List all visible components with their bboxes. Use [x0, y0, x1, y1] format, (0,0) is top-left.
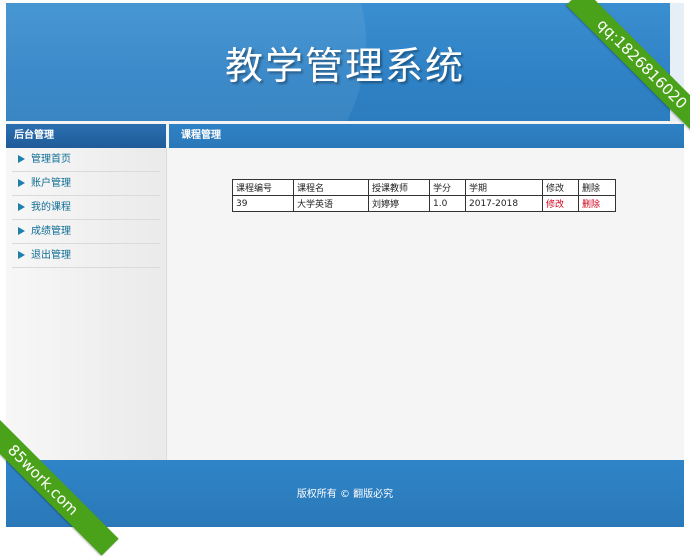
sidebar-nav: 管理首页 账户管理 我的课程 成绩管理 退出管理	[6, 148, 166, 268]
sidebar-item-my-courses[interactable]: 我的课程	[12, 196, 160, 220]
sidebar-item-label: 管理首页	[31, 154, 71, 165]
sidebar-item-logout[interactable]: 退出管理	[12, 244, 160, 268]
app-frame: 教学管理系统 后台管理 课程管理 管理首页 账户管理 我的课程 成绩管理 退出管…	[6, 3, 684, 527]
column-header: 课程名	[293, 179, 369, 196]
cell-course-id: 39	[232, 195, 294, 212]
page-footer: 版权所有 © 翻版必究	[6, 460, 684, 527]
page-title: 教学管理系统	[224, 44, 465, 88]
cell-term: 2017-2018	[465, 195, 543, 212]
column-header: 授课教师	[368, 179, 430, 196]
sidebar-item-label: 账户管理	[31, 178, 71, 189]
sidebar-title: 后台管理	[6, 124, 166, 148]
column-header: 修改	[542, 179, 579, 196]
table-header-row: 课程编号 课程名 授课教师 学分 学期 修改 删除	[232, 179, 616, 196]
delete-link[interactable]: 删除	[582, 200, 600, 210]
edit-link[interactable]: 修改	[546, 200, 564, 210]
table-row: 39 大学英语 刘婷婷 1.0 2017-2018 修改 删除	[232, 195, 616, 212]
cell-edit: 修改	[542, 195, 579, 212]
sidebar-item-home[interactable]: 管理首页	[12, 148, 160, 172]
sidebar-item-label: 我的课程	[31, 202, 71, 213]
arrow-right-icon	[18, 227, 25, 235]
sidebar-item-label: 退出管理	[31, 250, 71, 261]
sidebar-item-grades[interactable]: 成绩管理	[12, 220, 160, 244]
arrow-right-icon	[18, 203, 25, 211]
section-title: 课程管理	[169, 124, 684, 148]
column-header: 学分	[429, 179, 466, 196]
column-header: 学期	[465, 179, 543, 196]
cell-teacher: 刘婷婷	[368, 195, 430, 212]
sidebar-item-accounts[interactable]: 账户管理	[12, 172, 160, 196]
cell-course-name: 大学英语	[293, 195, 369, 212]
copyright-text: 版权所有 © 翻版必究	[296, 489, 394, 500]
sidebar: 管理首页 账户管理 我的课程 成绩管理 退出管理	[6, 148, 167, 463]
column-header: 删除	[578, 179, 616, 196]
arrow-right-icon	[18, 251, 25, 259]
arrow-right-icon	[18, 179, 25, 187]
sidebar-item-label: 成绩管理	[31, 226, 71, 237]
arrow-right-icon	[18, 155, 25, 163]
cell-credit: 1.0	[429, 195, 466, 212]
column-header: 课程编号	[232, 179, 294, 196]
cell-delete: 删除	[578, 195, 616, 212]
course-table: 课程编号 课程名 授课教师 学分 学期 修改 删除 39 大学英语 刘婷婷 1.…	[232, 179, 616, 212]
main-content: 课程编号 课程名 授课教师 学分 学期 修改 删除 39 大学英语 刘婷婷 1.…	[169, 148, 684, 463]
